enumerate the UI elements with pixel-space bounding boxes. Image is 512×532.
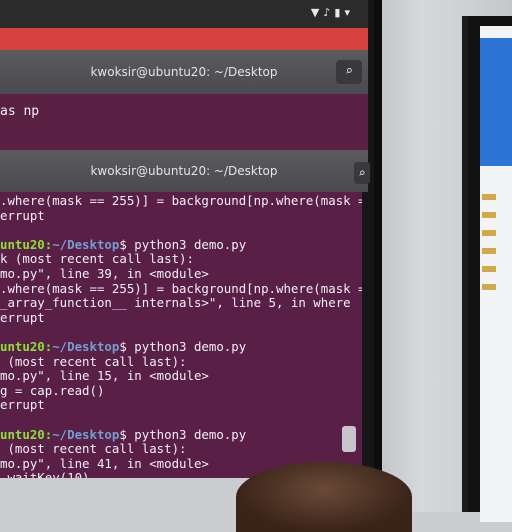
battery-icon[interactable]: ▮: [334, 6, 344, 19]
terminal-line: g = cap.read(): [0, 382, 105, 398]
terminal-line: mo.py", line 39, in <module>: [0, 265, 209, 281]
folder-icon: [482, 212, 496, 218]
prompt-path: ~/Desktop: [52, 338, 120, 354]
folder-icon: [482, 194, 496, 200]
folder-icon: [482, 248, 496, 254]
terminal-prompt-line: untu20:~/Desktop$ python3 demo.py: [0, 236, 362, 253]
prompt-user: untu20:: [0, 338, 53, 354]
wifi-icon[interactable]: ▼: [311, 6, 323, 19]
terminal-line: (most recent call last):: [0, 441, 187, 457]
search-icon[interactable]: ⌕: [336, 60, 362, 84]
person-head: [236, 462, 412, 532]
terminal-line: .where(mask == 255)] = background[np.whe…: [0, 193, 362, 208]
terminal-line: (most recent call last):: [0, 353, 187, 369]
terminal-back-line: as np: [0, 104, 40, 119]
terminal-title-bar-front[interactable]: kwoksir@ubuntu20: ~/Desktop: [0, 150, 368, 192]
prompt-user: untu20:: [0, 426, 53, 442]
prompt-command: $ python3 demo.py: [119, 426, 247, 442]
prompt-path: ~/Desktop: [52, 426, 120, 442]
system-tray[interactable]: ▼♪▮▾: [311, 6, 354, 19]
second-monitor-header: [480, 38, 512, 166]
ubuntu-top-bar: ▼♪▮▾: [0, 0, 368, 28]
terminal-line: errupt: [0, 397, 45, 413]
terminal-prompt-line: untu20:~/Desktop$ python3 demo.py: [0, 426, 362, 443]
volume-icon[interactable]: ♪: [323, 6, 334, 19]
terminal-line: _array_function__ internals>", line 5, i…: [0, 295, 351, 311]
terminal-prompt-line: untu20:~/Desktop$ python3 demo.py: [0, 338, 362, 355]
folder-icon: [482, 230, 496, 236]
prompt-user: untu20:: [0, 236, 53, 252]
dropdown-icon[interactable]: ▾: [344, 6, 354, 19]
prompt-path: ~/Desktop: [52, 236, 120, 252]
prompt-command: $ python3 demo.py: [119, 338, 247, 354]
prompt-command: $ python3 demo.py: [119, 236, 247, 252]
background-window-titlebar: [0, 28, 368, 50]
terminal-line: .where(mask == 255)] = background[np.whe…: [0, 280, 362, 296]
terminal-lines: .where(mask == 255)] = background[np.whe…: [0, 193, 362, 478]
window-title-front: kwoksir@ubuntu20: ~/Desktop: [90, 164, 278, 178]
terminal-line: errupt: [0, 207, 45, 223]
main-monitor: ▼♪▮▾ kwoksir@ubuntu20: ~/Desktop ⌕ as np…: [0, 0, 382, 478]
second-monitor: [462, 16, 512, 522]
terminal-output[interactable]: .where(mask == 255)] = background[np.whe…: [0, 192, 362, 478]
window-title: kwoksir@ubuntu20: ~/Desktop: [90, 65, 278, 79]
terminal-line: mo.py", line 15, in <module>: [0, 368, 209, 384]
scrollbar-handle[interactable]: [342, 426, 356, 452]
folder-icon: [482, 266, 496, 272]
terminal-line: k (most recent call last):: [0, 251, 194, 267]
folder-icon: [482, 284, 496, 290]
search-icon-front[interactable]: ⌕: [354, 162, 370, 184]
terminal-line: errupt: [0, 309, 45, 325]
terminal-title-bar-back[interactable]: kwoksir@ubuntu20: ~/Desktop: [0, 50, 368, 94]
